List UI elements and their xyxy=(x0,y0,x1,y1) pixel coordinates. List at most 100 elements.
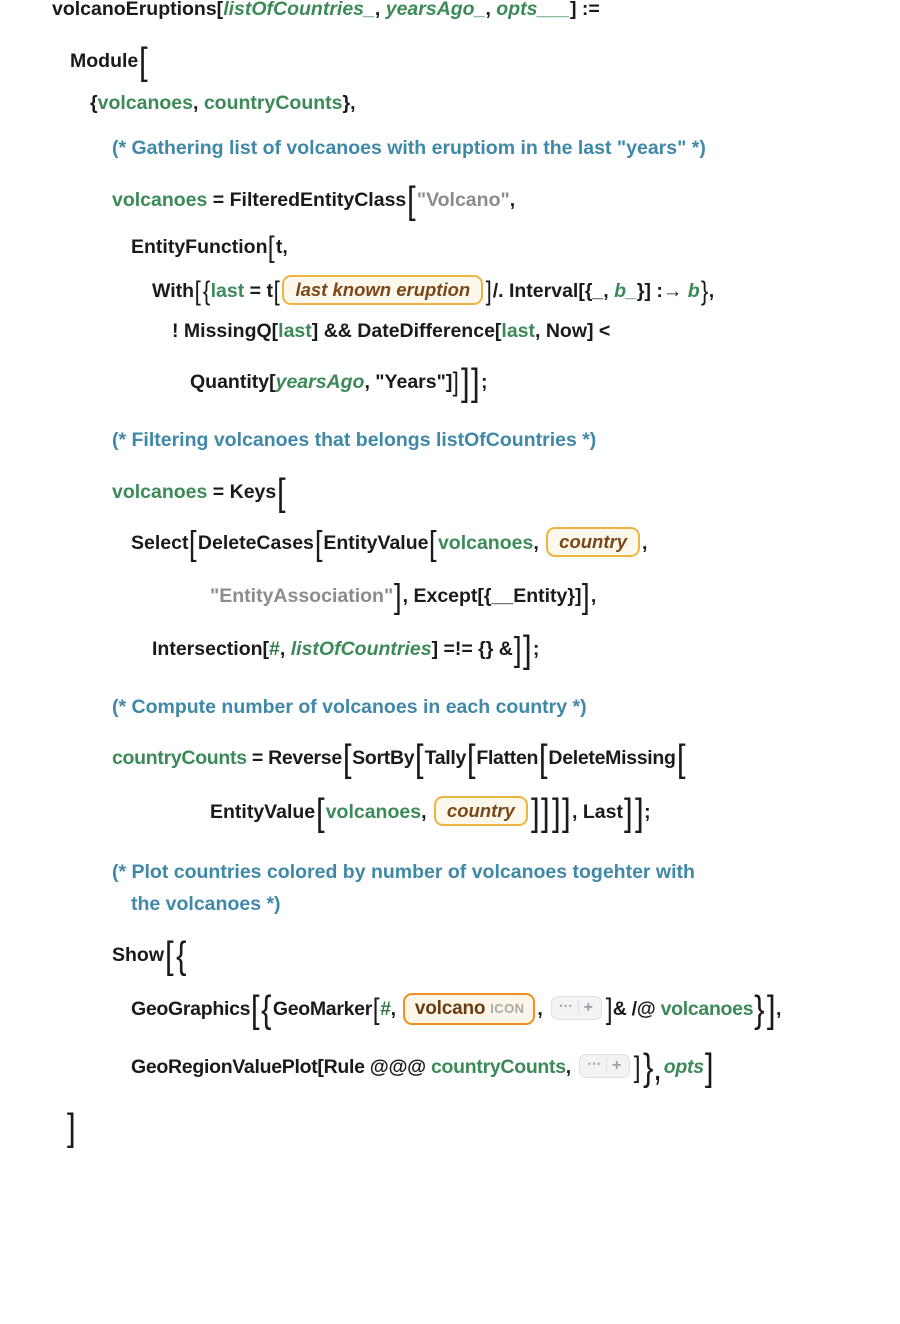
comment-text: (* Plot countries colored by number of v… xyxy=(112,861,695,884)
brace-close: } xyxy=(754,989,765,1032)
comma: , xyxy=(192,91,204,114)
summary-expand-button[interactable]: ⋯ + xyxy=(550,996,602,1021)
code-line-show: Show[{ xyxy=(0,930,900,975)
code-line-geographics: GeoGraphics[{GeoMarker[#, volcano ICON, ⋯… xyxy=(0,984,900,1032)
code-line-module: Module[ xyxy=(0,36,900,81)
keys-head: Keys xyxy=(229,480,277,503)
open-bracket: [ xyxy=(676,738,686,781)
except-entity: , Except[{__Entity}] xyxy=(402,584,582,607)
code-line-missingq: ! MissingQ[last] && DateDifference[last,… xyxy=(0,319,900,342)
close-bracket: ] xyxy=(523,628,532,671)
comma: , xyxy=(421,801,432,824)
entityvalue-head: EntityValue xyxy=(210,801,316,824)
code-comment-plot-line2: the volcanoes *) xyxy=(0,892,900,915)
open-bracket: [ xyxy=(407,179,416,222)
rule-delayed: }] :→ xyxy=(636,279,688,302)
open-bracket: [ xyxy=(139,40,148,83)
icon-box-kind-label: ICON xyxy=(490,1001,525,1017)
comment-text: the volcanoes *) xyxy=(131,892,281,915)
plus-icon: + xyxy=(583,999,593,1017)
var-last: last xyxy=(210,279,245,302)
code-line-with: With[{last = t[last known eruption]/. In… xyxy=(0,274,900,306)
pattern-b: b_ xyxy=(614,279,637,302)
geomarker-head: GeoMarker xyxy=(272,998,373,1021)
open-bracket: [ xyxy=(466,738,476,781)
string-entityassociation: "EntityAssociation" xyxy=(210,584,394,607)
code-comment-compute: (* Compute number of volcanoes in each c… xyxy=(0,697,900,718)
icon-box-name: volcano xyxy=(414,998,486,1020)
brace-open: { xyxy=(175,935,187,978)
icon-box-volcano[interactable]: volcano ICON xyxy=(402,993,536,1026)
wolfram-code-cell[interactable]: volcanoEruptions[listOfCountries_, years… xyxy=(0,0,900,1147)
code-comment-gathering: (* Gathering list of volcanoes with erup… xyxy=(0,138,900,159)
open-bracket: [ xyxy=(277,471,286,514)
entityvalue-head: EntityValue xyxy=(323,531,429,554)
reverse-head: Reverse xyxy=(268,747,342,770)
now-lessthan: , Now] < xyxy=(535,319,611,342)
var-last: last xyxy=(501,319,536,342)
var-countrycounts: countryCounts xyxy=(431,1056,566,1079)
entity-property-box-country[interactable]: country xyxy=(546,526,641,557)
pattern-opts: opts___ xyxy=(496,0,570,20)
close-bracket: ] xyxy=(623,792,633,835)
module-head: Module xyxy=(70,49,139,72)
var-volcanoes: volcanoes xyxy=(112,480,208,503)
comma: , xyxy=(533,531,545,554)
and-datedifference: ] && DateDifference[ xyxy=(311,319,502,342)
geographics-head: GeoGraphics xyxy=(131,998,251,1021)
open-bracket: [ xyxy=(194,275,201,306)
code-line-intersection: Intersection[#, listOfCountries] =!= {} … xyxy=(0,624,900,669)
slot-hash: # xyxy=(380,998,391,1021)
equals: = xyxy=(244,279,267,302)
brace-open: { xyxy=(90,91,98,114)
comma: , xyxy=(775,998,782,1021)
comma: , xyxy=(708,279,715,302)
slot-hash: # xyxy=(269,637,280,660)
quantity-head: Quantity[ xyxy=(190,371,276,394)
summary-expand-button[interactable]: ⋯ + xyxy=(579,1054,631,1079)
code-comment-filtering: (* Filtering volcanoes that belongs list… xyxy=(0,430,900,451)
comma: , xyxy=(642,531,648,554)
open-bracket: [ xyxy=(342,738,352,781)
code-line-keys: volcanoes = Keys[ xyxy=(0,467,900,512)
string-volcano: "Volcano" xyxy=(416,188,510,211)
intersection-head: Intersection[ xyxy=(152,637,270,660)
code-line-entityfunction: EntityFunction[t, xyxy=(0,229,900,262)
var-volcanoes: volcanoes xyxy=(325,801,422,824)
close-bracket: ] xyxy=(551,792,561,835)
open-bracket: [ xyxy=(164,935,174,978)
close-bracket: ] xyxy=(562,792,572,835)
equals: = xyxy=(207,480,230,503)
local-volcanoes: volcanoes xyxy=(97,91,193,114)
close-bracket: ] xyxy=(485,275,493,306)
close-bracket: ] xyxy=(394,577,402,616)
sortby-head: SortBy xyxy=(352,747,415,770)
pattern-yearsago: yearsAgo_ xyxy=(385,0,486,20)
comma: , xyxy=(590,584,597,607)
entity-property-box-last-known-eruption[interactable]: last known eruption xyxy=(282,274,484,305)
comma: , xyxy=(565,1056,577,1079)
code-line-locals: {volcanoes, countryCounts}, xyxy=(0,91,900,114)
equals: = xyxy=(207,188,230,211)
code-line-entityassociation: "EntityAssociation"], Except[{__Entity}]… xyxy=(0,574,900,614)
code-line-quantity: Quantity[yearsAgo, "Years"]]]]; xyxy=(0,357,900,402)
close-bracket: ] xyxy=(541,792,550,835)
close-bracket: ] xyxy=(634,792,644,835)
var-b: b xyxy=(687,279,700,302)
unequal-function: ] =!= {} & xyxy=(431,637,513,660)
set-delayed: ] := xyxy=(569,0,600,20)
close-bracket: ] xyxy=(471,362,481,405)
close-bracket: ] xyxy=(453,367,460,398)
entity-property-box-country[interactable]: country xyxy=(433,796,528,827)
close-bracket: ] xyxy=(66,1107,76,1150)
ellipsis-icon: ⋯ xyxy=(587,1055,603,1072)
close-bracket: ] xyxy=(704,1047,714,1090)
semicolon: ; xyxy=(644,801,651,824)
semicolon: ; xyxy=(532,637,540,660)
open-bracket: [ xyxy=(429,524,438,563)
close-bracket: ] xyxy=(530,792,540,835)
pattern-listofcountries: listOfCountries xyxy=(290,637,432,660)
close-bracket: ] xyxy=(513,630,522,669)
close-bracket: ] xyxy=(633,1051,641,1085)
